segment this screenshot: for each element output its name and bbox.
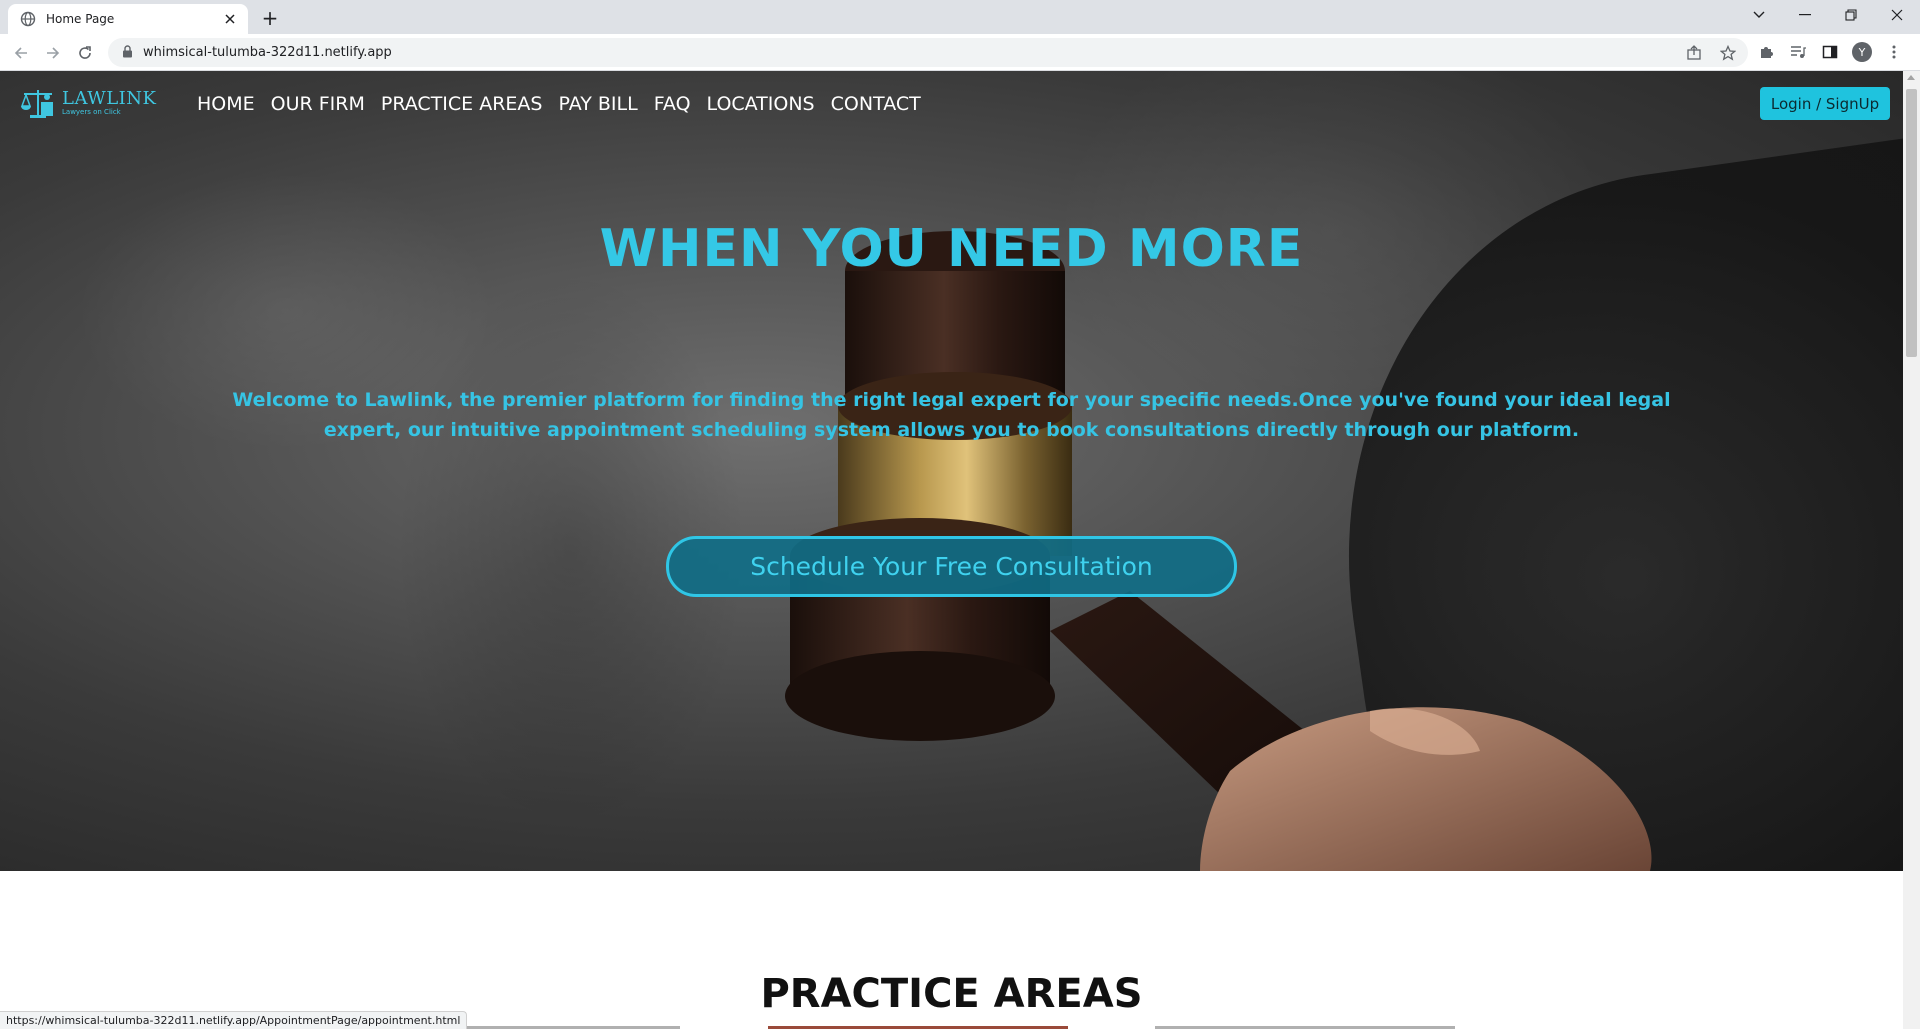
side-panel-icon[interactable] [1820,42,1840,62]
tab-title: Home Page [46,12,115,26]
media-queue-icon[interactable] [1788,42,1808,62]
scroll-up-arrow-icon[interactable] [1907,75,1915,80]
lawlink-logo[interactable]: LAWLINK Lawyers on Click [20,85,164,121]
profile-avatar[interactable]: Y [1852,42,1872,62]
forward-arrow-icon[interactable] [40,40,66,66]
gavel-image [785,231,1652,871]
minimize-icon[interactable] [1782,0,1828,30]
reload-icon[interactable] [72,40,98,66]
extensions-puzzle-icon[interactable] [1756,42,1776,62]
hero-section: LAWLINK Lawyers on Click HOME OUR FIRM P… [0,71,1903,871]
logo-name: LAWLINK [62,87,157,109]
menu-kebab-icon[interactable] [1884,42,1904,62]
browser-toolbar: whimsical-tulumba-322d11.netlify.app Y [0,34,1920,71]
browser-tab-strip: Home Page + [0,0,1920,34]
share-icon[interactable] [1684,43,1704,63]
new-tab-button[interactable]: + [258,6,282,30]
nav-home[interactable]: HOME [197,93,255,115]
nav-practice-areas[interactable]: PRACTICE AREAS [381,93,543,115]
back-arrow-icon[interactable] [8,40,34,66]
nav-faq[interactable]: FAQ [654,93,691,115]
lock-icon[interactable] [122,43,133,62]
site-navbar: LAWLINK Lawyers on Click HOME OUR FIRM P… [0,71,1903,137]
close-tab-icon[interactable] [222,11,238,27]
url-text: whimsical-tulumba-322d11.netlify.app [143,45,392,60]
nav-locations[interactable]: LOCATIONS [707,93,815,115]
schedule-consultation-button[interactable]: Schedule Your Free Consultation [666,536,1237,597]
hero-description: Welcome to Lawlink, the premier platform… [232,389,1671,441]
globe-icon [20,11,36,27]
nav-our-firm[interactable]: OUR FIRM [271,93,365,115]
page-viewport: LAWLINK Lawyers on Click HOME OUR FIRM P… [0,71,1903,1029]
bookmark-star-icon[interactable] [1718,43,1738,63]
logo-tagline: Lawyers on Click [62,107,121,116]
browser-tab[interactable]: Home Page [8,4,248,34]
tab-search-icon[interactable] [1736,0,1782,30]
address-bar[interactable]: whimsical-tulumba-322d11.netlify.app [108,38,1748,67]
scales-logo-icon [20,90,53,118]
scrollbar-thumb[interactable] [1906,89,1917,357]
status-bar-url: https://whimsical-tulumba-322d11.netlify… [0,1011,468,1029]
restore-icon[interactable] [1828,0,1874,30]
nav-pay-bill[interactable]: PAY BILL [558,93,637,115]
login-signup-button[interactable]: Login / SignUp [1760,87,1890,120]
hero-title: WHEN YOU NEED MORE [599,219,1304,279]
page-scrollbar[interactable] [1903,71,1920,1029]
nav-contact[interactable]: CONTACT [831,93,921,115]
main-menu: HOME OUR FIRM PRACTICE AREAS PAY BILL FA… [197,93,921,115]
close-window-icon[interactable] [1874,0,1920,30]
